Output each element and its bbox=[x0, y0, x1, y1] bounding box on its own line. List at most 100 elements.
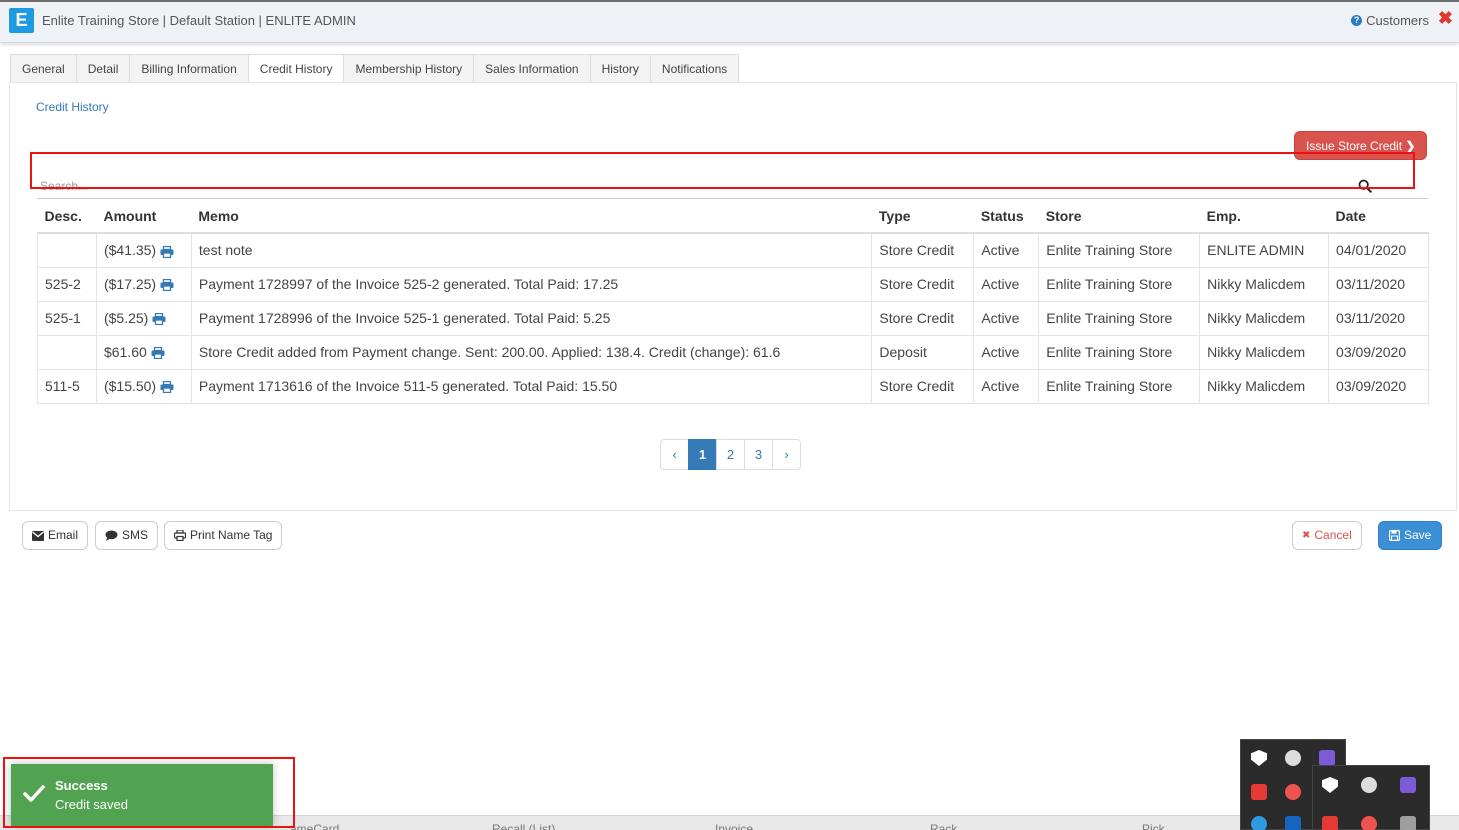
success-toast[interactable]: Success Credit saved bbox=[11, 764, 273, 826]
table-row[interactable]: ($41.35) test note Store Credit Active Enlit… bbox=[37, 232, 1429, 268]
date-value: 03/11/2020 bbox=[1336, 276, 1406, 292]
search-icon[interactable] bbox=[1358, 179, 1372, 193]
save-button[interactable]: Save bbox=[1378, 521, 1443, 550]
desc-value: 525-2 bbox=[45, 276, 81, 292]
pagination-page-3[interactable]: 3 bbox=[744, 439, 773, 470]
shield-icon[interactable] bbox=[1322, 777, 1338, 793]
store-value: Enlite Training Store bbox=[1046, 242, 1173, 259]
printer-icon[interactable] bbox=[160, 245, 174, 258]
toast-title: Success bbox=[55, 778, 108, 793]
satellite-icon[interactable] bbox=[1285, 750, 1301, 766]
memo-value: Payment 1728996 of the Invoice 525-1 gen… bbox=[198, 310, 611, 326]
tab-credit-history[interactable]: Credit History bbox=[247, 54, 344, 83]
emp-value: Nikky Malicdem bbox=[1207, 344, 1306, 360]
printer-icon[interactable] bbox=[151, 347, 165, 360]
tab-billing-information[interactable]: Billing Information bbox=[129, 54, 248, 83]
footer-label-rack[interactable]: Rack bbox=[930, 822, 957, 830]
column-header-type[interactable]: Type bbox=[871, 199, 974, 234]
printer-icon bbox=[174, 530, 186, 541]
status-value: Active bbox=[981, 242, 1020, 259]
store-value: Enlite Training Store bbox=[1046, 276, 1173, 292]
spiral-icon[interactable] bbox=[1285, 784, 1301, 800]
print-name-tag-button[interactable]: Print Name Tag bbox=[164, 521, 283, 550]
column-header-amount[interactable]: Amount bbox=[96, 199, 192, 234]
globe-icon[interactable] bbox=[1251, 816, 1267, 830]
comment-icon bbox=[105, 530, 118, 541]
column-header-status[interactable]: Status bbox=[973, 199, 1039, 234]
shield-icon[interactable] bbox=[1251, 750, 1267, 766]
footer-label-pick[interactable]: Pick bbox=[1142, 822, 1165, 830]
column-header-desc[interactable]: Desc. bbox=[37, 199, 97, 234]
customers-link[interactable]: ? Customers bbox=[1351, 13, 1429, 28]
feather-icon[interactable] bbox=[1319, 750, 1335, 766]
tab-detail[interactable]: Detail bbox=[75, 54, 130, 83]
cell-status: Active bbox=[973, 300, 1040, 336]
toast-message: Credit saved bbox=[55, 797, 128, 812]
pagination-prev-button[interactable]: ‹ bbox=[660, 439, 689, 470]
amount-value: ($41.35) bbox=[103, 242, 157, 259]
cell-memo: Payment 1728997 of the Invoice 525-2 gen… bbox=[190, 266, 873, 302]
emp-value: Nikky Malicdem bbox=[1207, 378, 1306, 394]
cell-memo: Payment 1713616 of the Invoice 511-5 gen… bbox=[190, 368, 873, 404]
credit-history-link[interactable]: Credit History bbox=[36, 100, 109, 114]
cell-date: 03/11/2020 bbox=[1328, 300, 1429, 336]
pagination-page-1[interactable]: 1 bbox=[688, 439, 717, 470]
memo-value: Store Credit added from Payment change. … bbox=[198, 344, 781, 360]
bars-icon[interactable] bbox=[1400, 816, 1416, 830]
sms-button[interactable]: SMS bbox=[95, 521, 159, 550]
cell-amount: ($5.25) bbox=[95, 300, 192, 336]
cancel-button[interactable]: ✖ Cancel bbox=[1292, 521, 1362, 550]
email-button[interactable]: Email bbox=[22, 521, 89, 550]
cell-emp: Nikky Malicdem bbox=[1199, 300, 1330, 336]
cell-type: Deposit bbox=[871, 334, 975, 370]
printer-icon[interactable] bbox=[160, 381, 174, 394]
tab-history[interactable]: History bbox=[589, 54, 650, 83]
amount-value: ($17.25) bbox=[103, 276, 157, 292]
type-value: Deposit bbox=[879, 344, 927, 360]
cell-desc: 525-2 bbox=[37, 266, 97, 302]
search-input[interactable] bbox=[37, 173, 1428, 199]
checkmark-icon bbox=[23, 785, 45, 802]
cell-store: Enlite Training Store bbox=[1038, 300, 1201, 336]
cancel-label: Cancel bbox=[1314, 528, 1352, 542]
printer-icon[interactable] bbox=[152, 313, 166, 326]
cell-desc: 525-1 bbox=[37, 300, 97, 336]
table-row[interactable]: 511-5 ($15.50) Payment 1713616 of the Invo… bbox=[37, 368, 1429, 404]
close-icon[interactable]: ✖ bbox=[1438, 9, 1453, 27]
customers-label: Customers bbox=[1366, 13, 1429, 28]
footer-label-gamecard[interactable]: ameCard bbox=[290, 822, 339, 830]
pagination: ‹ 1 2 3 › bbox=[660, 439, 801, 470]
satellite-icon[interactable] bbox=[1361, 777, 1377, 793]
pagination-next-button[interactable]: › bbox=[772, 439, 801, 470]
table-row[interactable]: 525-1 ($5.25) Payment 1728996 of the Invoi… bbox=[37, 300, 1429, 336]
column-header-store[interactable]: Store bbox=[1038, 199, 1200, 234]
tab-general[interactable]: General bbox=[10, 54, 76, 83]
window-title: Enlite Training Store | Default Station … bbox=[42, 13, 356, 28]
desc-value: 525-1 bbox=[45, 310, 81, 326]
amount-value: ($5.25) bbox=[103, 310, 149, 326]
footer-label-invoice[interactable]: Invoice bbox=[715, 822, 753, 830]
tab-bar: General Detail Billing Information Credi… bbox=[10, 54, 740, 83]
emp-value: ENLITE ADMIN bbox=[1207, 242, 1305, 259]
column-header-memo[interactable]: Memo bbox=[191, 199, 872, 234]
footer-label-recall-list[interactable]: Recall (List) bbox=[492, 822, 555, 830]
memo-value: test note bbox=[198, 242, 253, 259]
tab-sales-information[interactable]: Sales Information bbox=[473, 54, 590, 83]
record-icon[interactable] bbox=[1251, 784, 1267, 800]
printer-icon[interactable] bbox=[160, 279, 174, 292]
app-icon[interactable] bbox=[1285, 816, 1301, 830]
record-icon[interactable] bbox=[1322, 816, 1338, 830]
column-header-emp[interactable]: Emp. bbox=[1199, 199, 1329, 234]
spiral-icon[interactable] bbox=[1361, 816, 1377, 830]
tab-membership-history[interactable]: Membership History bbox=[343, 54, 474, 83]
table-row[interactable]: $61.60 Store Credit added from Payment ch… bbox=[37, 334, 1429, 370]
table-row[interactable]: 525-2 ($17.25) Payment 1728997 of the Invo… bbox=[37, 266, 1429, 302]
cell-status: Active bbox=[973, 334, 1040, 370]
column-header-date[interactable]: Date bbox=[1328, 199, 1429, 234]
pagination-page-2[interactable]: 2 bbox=[716, 439, 745, 470]
tab-notifications[interactable]: Notifications bbox=[649, 54, 740, 83]
issue-store-credit-button[interactable]: Issue Store Credit ❯ bbox=[1294, 131, 1428, 160]
chevron-right-icon: ❯ bbox=[1405, 139, 1416, 153]
cell-status: Active bbox=[973, 368, 1040, 404]
feather-icon[interactable] bbox=[1400, 777, 1416, 793]
